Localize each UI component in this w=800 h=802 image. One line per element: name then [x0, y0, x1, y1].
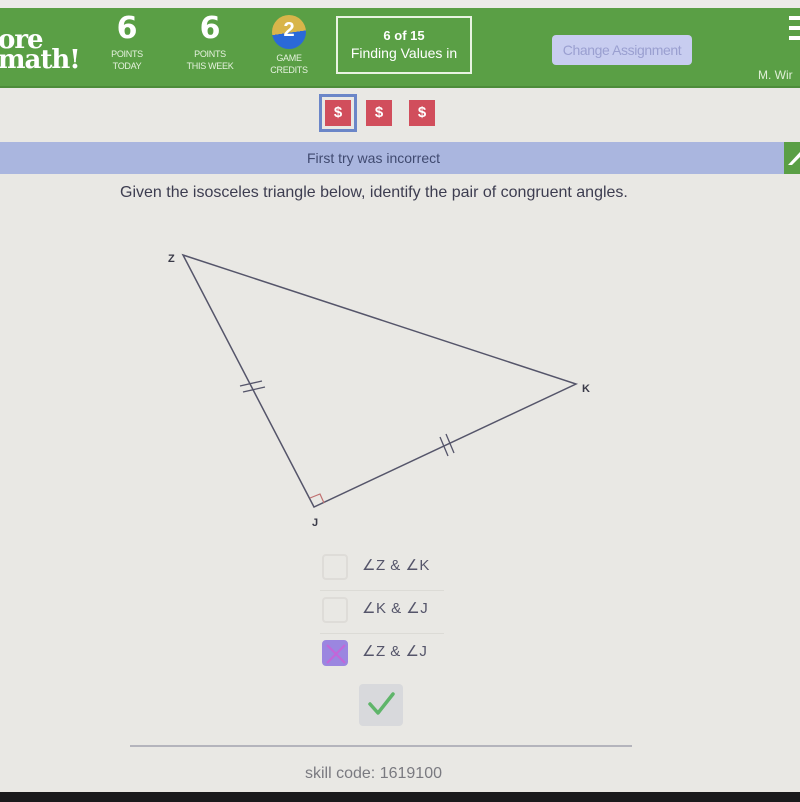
checkmark-icon — [368, 692, 395, 715]
choice-label: ∠K & ∠J — [362, 600, 429, 617]
choice-k-j[interactable]: ∠K & ∠J — [320, 591, 444, 634]
vertex-label-k: K — [582, 383, 590, 395]
footer-divider — [130, 745, 632, 747]
choice-checkbox[interactable] — [322, 554, 348, 580]
choice-checkbox-checked[interactable] — [322, 640, 348, 666]
tick-jk-2 — [445, 433, 455, 454]
vertex-label-j: J — [312, 517, 318, 529]
right-angle-mark — [309, 493, 325, 504]
skill-code: skill code: 1619100 — [305, 765, 442, 782]
choice-label: ∠Z & ∠J — [362, 643, 428, 660]
triangle-diagram: Z K J — [168, 253, 590, 529]
submit-button[interactable] — [359, 684, 403, 726]
x-mark-icon — [326, 644, 346, 664]
answer-choices: ∠Z & ∠K ∠K & ∠J ∠Z & ∠J — [320, 548, 444, 676]
screen-bezel — [0, 792, 800, 802]
choice-z-k[interactable]: ∠Z & ∠K — [320, 548, 444, 591]
choice-label: ∠Z & ∠K — [362, 557, 430, 574]
triangle-zkj — [181, 253, 579, 508]
choice-z-j[interactable]: ∠Z & ∠J — [320, 634, 444, 676]
choice-checkbox[interactable] — [322, 597, 348, 623]
vertex-label-z: Z — [168, 253, 175, 265]
